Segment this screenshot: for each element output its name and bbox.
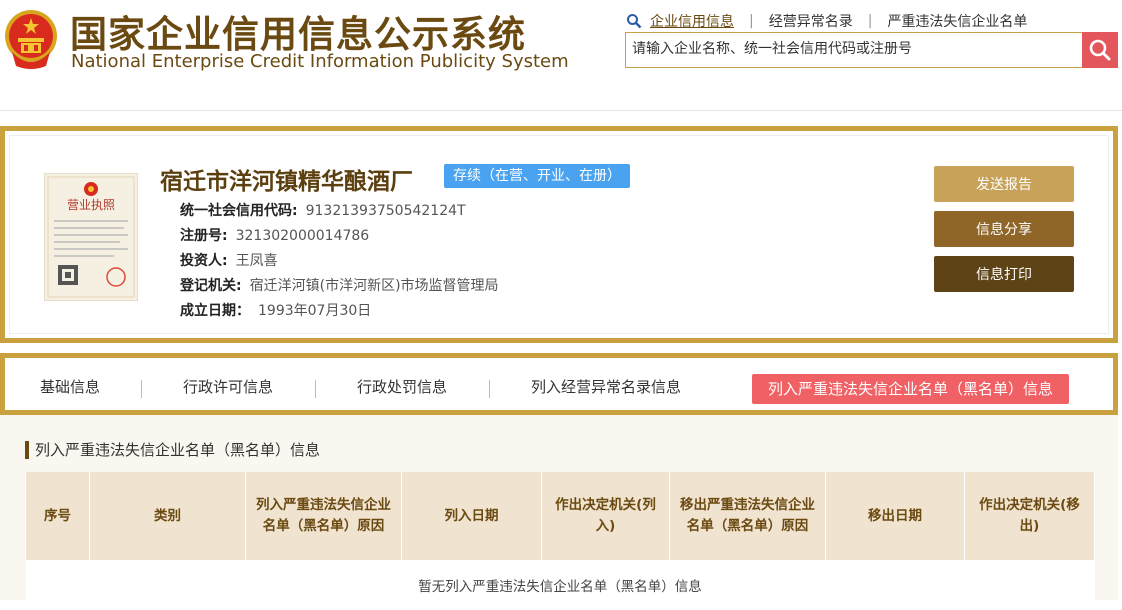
table-row: 暂无列入严重违法失信企业名单（黑名单）信息: [25, 560, 1095, 610]
magnifier-icon: [627, 14, 642, 29]
tab-abnormal-list[interactable]: 列入经营异常名录信息: [531, 376, 681, 397]
tab-divider: [141, 380, 142, 398]
company-name: 宿迁市洋河镇精华酿酒厂: [160, 169, 413, 195]
tab-divider: [315, 380, 316, 398]
col-header-category: 类别: [89, 472, 246, 560]
search-box: [625, 32, 1118, 68]
nav-credit-info[interactable]: 企业信用信息: [650, 11, 734, 31]
share-info-button[interactable]: 信息分享: [934, 211, 1074, 247]
col-header-list-authority: 作出决定机关(列入): [541, 472, 670, 560]
field-label: 注册号:: [180, 228, 228, 244]
nav-divider: |: [749, 13, 754, 29]
field-value: 91321393750542124T: [305, 203, 466, 219]
tab-basic-info[interactable]: 基础信息: [40, 376, 100, 397]
national-emblem-icon: [5, 10, 57, 69]
tab-admin-license[interactable]: 行政许可信息: [183, 376, 273, 397]
field-value: 宿迁洋河镇(市洋河新区)市场监督管理局: [249, 278, 499, 294]
table-header-row: 序号 类别 列入严重违法失信企业名单（黑名单）原因 列入日期 作出决定机关(列入…: [25, 472, 1095, 560]
print-info-button[interactable]: 信息打印: [934, 256, 1074, 292]
license-image[interactable]: 营业执照: [44, 173, 138, 301]
search-input[interactable]: [626, 33, 1072, 65]
col-header-remove-reason: 移出严重违法失信企业名单（黑名单）原因: [669, 472, 826, 560]
info-row-reg-no: 注册号: 321302000014786: [180, 225, 369, 245]
col-header-remove-date: 移出日期: [825, 472, 965, 560]
nav-divider: |: [867, 13, 873, 29]
info-row-credit-code: 统一社会信用代码: 91321393750542124T: [180, 200, 466, 220]
col-header-index: 序号: [25, 472, 90, 560]
field-value: 1993年07月30日: [258, 303, 372, 319]
section-title: 列入严重违法失信企业名单（黑名单）信息: [25, 441, 320, 459]
header-divider: [0, 110, 1122, 111]
col-header-list-date: 列入日期: [401, 472, 542, 560]
nav-blacklist[interactable]: 严重违法失信企业名单: [887, 11, 1027, 31]
field-value: 王凤喜: [235, 253, 278, 269]
license-text: 营业执照: [67, 198, 115, 212]
field-value: 321302000014786: [235, 228, 370, 244]
blacklist-table: 序号 类别 列入严重违法失信企业名单（黑名单）原因 列入日期 作出决定机关(列入…: [25, 472, 1095, 610]
company-card: 营业执照 宿迁市洋河镇精华酿酒厂 存续（在营、开业、在册） 统一社会信用代码: 9…: [0, 126, 1118, 343]
info-row-authority: 登记机关: 宿迁洋河镇(市洋河新区)市场监督管理局: [180, 275, 499, 295]
blacklist-section: 列入严重违法失信企业名单（黑名单）信息 序号 类别 列入严重违法失信企业名单（黑…: [0, 415, 1118, 610]
search-button[interactable]: [1082, 32, 1118, 68]
tab-bar: 基础信息 行政许可信息 行政处罚信息 列入经营异常名录信息 列入严重违法失信企业…: [0, 353, 1118, 415]
top-nav: 企业信用信息 | 经营异常名录 | 严重违法失信企业名单: [626, 11, 1027, 31]
col-header-list-reason: 列入严重违法失信企业名单（黑名单）原因: [245, 472, 402, 560]
col-header-remove-authority: 作出决定机关(移出): [964, 472, 1095, 560]
info-row-investor: 投资人: 王凤喜: [180, 250, 278, 270]
field-label: 投资人:: [180, 253, 228, 269]
nav-abnormal-list[interactable]: 经营异常名录: [769, 11, 853, 31]
send-report-button[interactable]: 发送报告: [934, 166, 1074, 202]
tab-admin-penalty[interactable]: 行政处罚信息: [357, 376, 447, 397]
search-icon: [1089, 39, 1111, 61]
tab-divider: [489, 380, 490, 398]
info-row-established: 成立日期： 1993年07月30日: [180, 300, 371, 320]
tab-blacklist[interactable]: 列入严重违法失信企业名单（黑名单）信息: [752, 374, 1070, 404]
field-label: 统一社会信用代码:: [180, 203, 298, 219]
field-label: 登记机关:: [180, 278, 242, 294]
field-label: 成立日期：: [180, 303, 250, 319]
site-subtitle: National Enterprise Credit Information P…: [71, 51, 569, 72]
status-badge: 存续（在营、开业、在册）: [444, 164, 630, 188]
site-title: 国家企业信用信息公示系统: [70, 13, 526, 56]
empty-message: 暂无列入严重违法失信企业名单（黑名单）信息: [25, 560, 1095, 610]
